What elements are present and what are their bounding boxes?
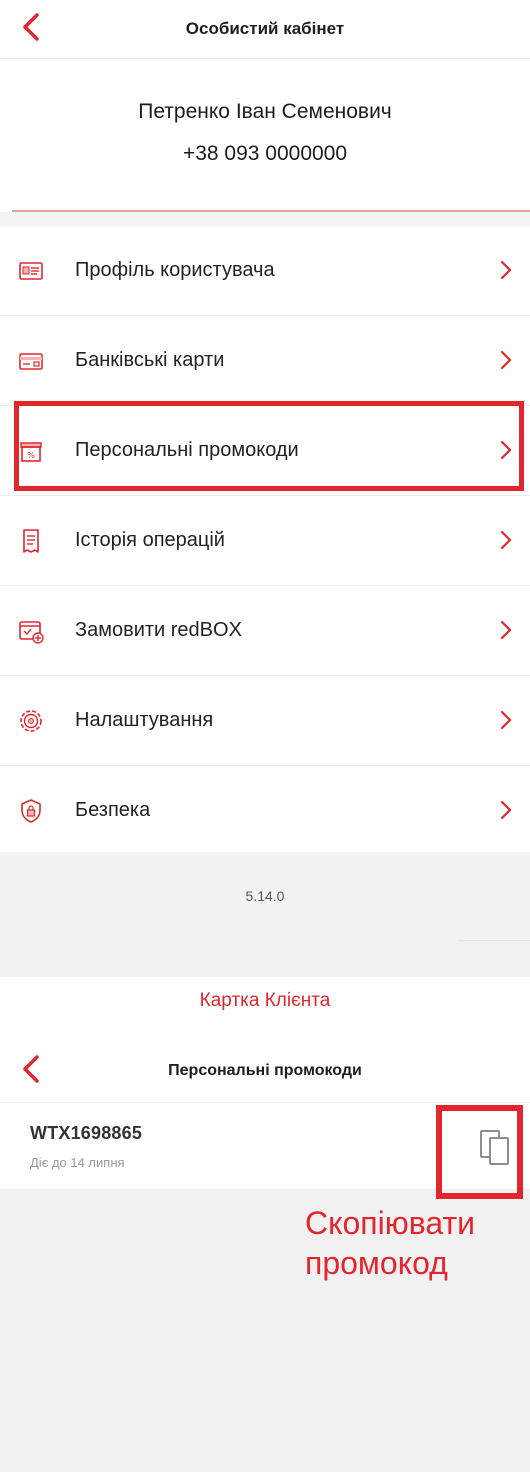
promo-code: WTX1698865: [30, 1123, 143, 1143]
promo-valid-until: Діє до 14 липня: [30, 1155, 125, 1170]
user-info: Петренко Іван Семенович +38 093 0000000: [0, 58, 530, 212]
chevron-right-icon: [500, 800, 512, 820]
chevron-left-icon: [23, 13, 39, 41]
menu-item-security[interactable]: Безпека: [0, 766, 530, 855]
promocodes-top-bar: Персональні промокоди: [0, 1040, 530, 1103]
menu-item-label: Замовити redBOX: [75, 619, 242, 641]
chevron-right-icon: [500, 710, 512, 730]
profile-card-icon: [19, 262, 43, 280]
highlight-frame-promocodes: [14, 401, 524, 491]
page-title: Особистий кабінет: [185, 19, 345, 38]
receipt-icon: [23, 529, 39, 553]
chevron-right-icon: [500, 350, 512, 370]
menu-item-label: Налаштування: [75, 709, 214, 731]
menu-item-order-redbox[interactable]: Замовити redBOX: [0, 586, 530, 676]
menu-item-label: Банківські карти: [75, 349, 225, 371]
user-name: Петренко Іван Семенович: [138, 100, 392, 123]
chevron-right-icon: [500, 530, 512, 550]
menu-item-profile[interactable]: Профіль користувача: [0, 226, 530, 316]
shield-lock-icon: [21, 799, 41, 823]
bank-card-icon: [19, 353, 43, 370]
menu-item-label: Історія операцій: [75, 529, 225, 551]
tab-client-card[interactable]: Картка Клієнта: [0, 990, 530, 1012]
promocodes-page-title: Персональні промокоди: [168, 1062, 362, 1079]
chevron-left-icon: [23, 1055, 39, 1083]
back-button[interactable]: [14, 10, 48, 44]
account-menu: Профіль користувача Банківські карти % П…: [0, 226, 530, 855]
gear-icon: [20, 710, 42, 732]
version-section: 5.14.0: [0, 852, 530, 977]
page: Особистий кабінет Петренко Іван Семенови…: [0, 0, 530, 1472]
back-button[interactable]: [14, 1052, 48, 1086]
menu-item-label: Профіль користувача: [75, 259, 275, 281]
annotation-copy-promocode: Скопіювати промокод: [305, 1205, 475, 1281]
chevron-right-icon: [500, 620, 512, 640]
menu-item-bank-cards[interactable]: Банківські карти: [0, 316, 530, 406]
section-gap: [0, 212, 530, 226]
highlight-frame-copy: [436, 1105, 523, 1199]
menu-item-settings[interactable]: Налаштування: [0, 676, 530, 766]
menu-item-operations-history[interactable]: Історія операцій: [0, 496, 530, 586]
chevron-right-icon: [500, 260, 512, 280]
user-phone: +38 093 0000000: [182, 142, 348, 165]
top-bar: Особистий кабінет: [0, 0, 530, 59]
divider: [458, 940, 530, 941]
app-version: 5.14.0: [245, 888, 285, 904]
redbox-icon: [19, 621, 44, 644]
menu-item-label: Безпека: [75, 799, 151, 821]
